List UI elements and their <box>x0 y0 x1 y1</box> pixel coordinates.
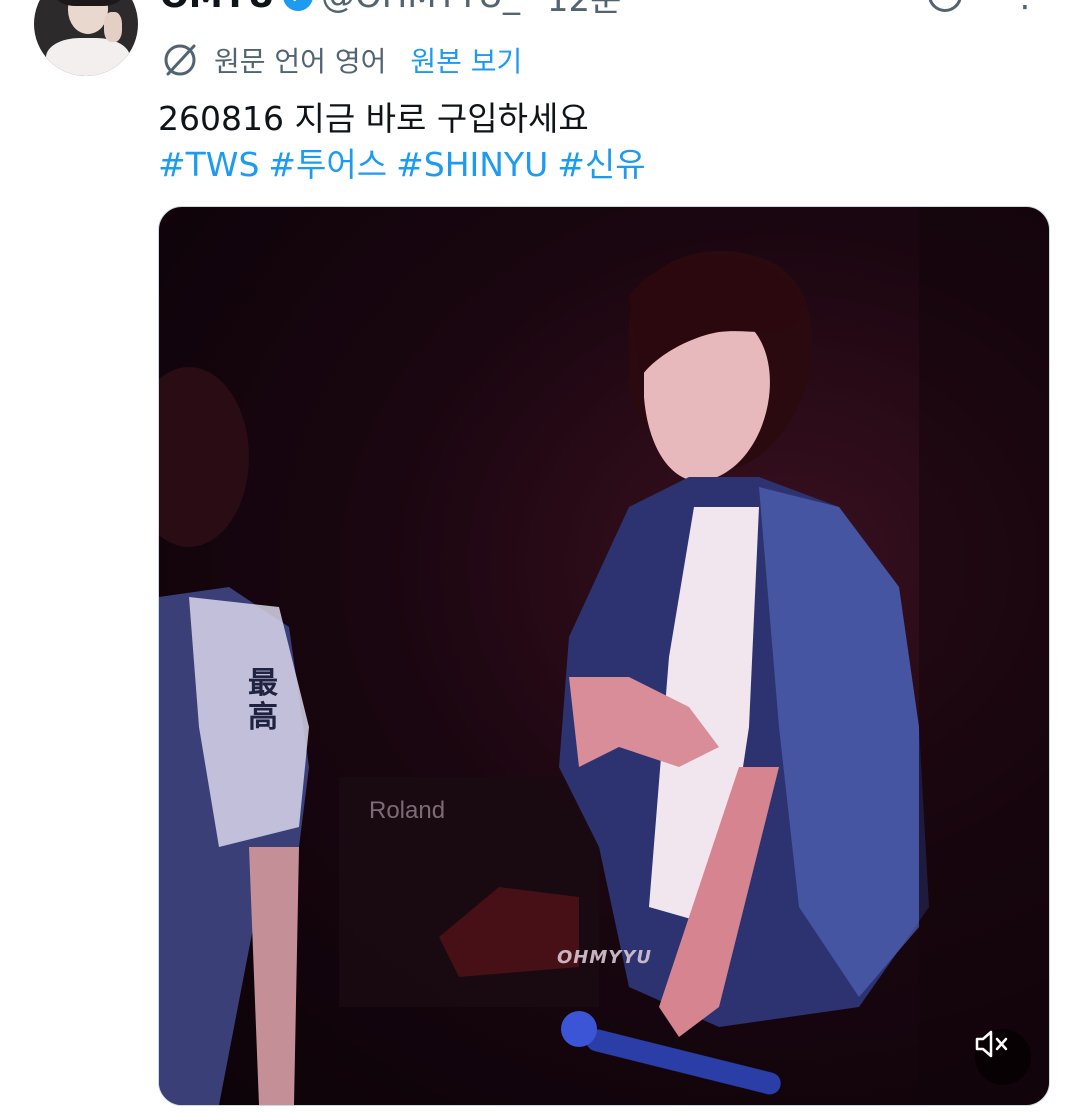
translation-label: 원문 언어 영어 <box>214 45 387 78</box>
background-sign: Roland <box>369 797 446 824</box>
tweet-header: OMYU ✓ @OHMYYU_ · 12분 <box>160 0 622 21</box>
view-original-link[interactable]: 원본 보기 <box>410 40 522 80</box>
volume-muted-icon <box>975 1030 1008 1058</box>
grok-icon[interactable] <box>928 0 962 12</box>
avatar[interactable] <box>34 0 138 76</box>
hashtag[interactable]: #SHINYU <box>396 142 548 188</box>
hashtag[interactable]: #TWS <box>158 142 259 188</box>
video-frame <box>159 207 1049 1105</box>
video-watermark: OHMYYU <box>557 947 652 968</box>
hashtag[interactable]: #신유 <box>557 142 645 188</box>
timestamp[interactable]: 12분 <box>547 0 622 21</box>
hashtag[interactable]: #투어스 <box>268 142 387 188</box>
more-icon[interactable]: ⋮ <box>1008 0 1042 12</box>
separator-dot: · <box>528 0 539 16</box>
translate-icon <box>164 44 196 76</box>
tweet-text: 260816 지금 바로 구입하세요 #TWS #투어스 #SHINYU #신유 <box>158 96 646 188</box>
video-player[interactable]: 最高 Roland OHMYYU <box>158 206 1050 1106</box>
display-name[interactable]: OMYU <box>160 0 275 16</box>
jersey-text: 最高 <box>248 666 278 735</box>
translation-row: 원문 언어 영어 원본 보기 <box>160 38 522 82</box>
user-handle[interactable]: @OHMYYU_ <box>321 0 520 16</box>
tweet: OMYU ✓ @OHMYYU_ · 12분 ⋮ 원문 언어 영어 원본 보기 2… <box>0 0 1080 1113</box>
verified-check-icon: ✓ <box>282 0 313 11</box>
header-actions: ⋮ <box>928 0 1042 12</box>
mute-button[interactable] <box>975 1029 1031 1085</box>
hashtag-list: #TWS #투어스 #SHINYU #신유 <box>158 142 646 188</box>
tweet-body: 260816 지금 바로 구입하세요 <box>158 99 589 138</box>
